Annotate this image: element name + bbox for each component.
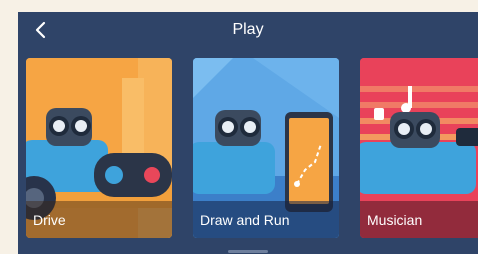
page-indicator — [228, 250, 268, 253]
card-musician-label: Musician — [360, 201, 478, 238]
card-draw-and-run-label: Draw and Run — [193, 201, 339, 238]
play-screen: Play Drive Draw and Run Musician — [18, 12, 478, 254]
header: Play — [18, 12, 478, 48]
page-title: Play — [232, 21, 264, 38]
card-draw-and-run[interactable]: Draw and Run — [193, 58, 339, 238]
card-drive-label: Drive — [26, 201, 172, 238]
card-musician[interactable]: Musician — [360, 58, 478, 238]
card-drive[interactable]: Drive — [26, 58, 172, 238]
